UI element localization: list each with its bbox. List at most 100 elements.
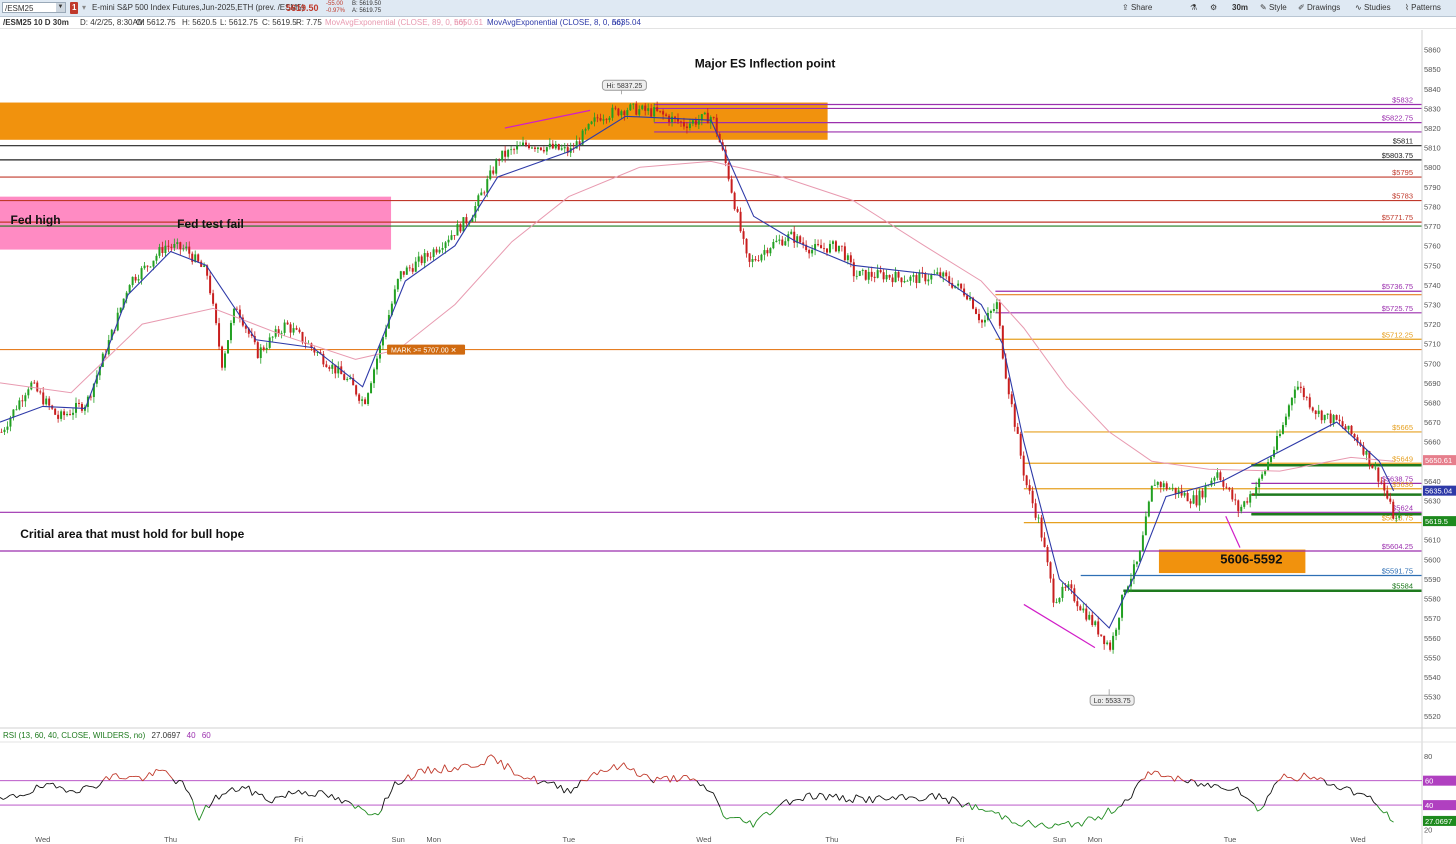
candle-body [882, 272, 885, 280]
rsi-line-segment [172, 778, 177, 785]
x-day-label: Sun [391, 835, 404, 844]
gear-icon[interactable]: ⚙ [1210, 2, 1217, 14]
candle-body [1195, 495, 1198, 506]
candle-body [197, 254, 200, 262]
ema89-study-label[interactable]: MovAvgExponential (CLOSE, 89, 0, no) [325, 18, 466, 28]
price-tag [1423, 455, 1456, 466]
candle-body [212, 293, 215, 304]
ema8-study-label[interactable]: MovAvgExponential (CLOSE, 8, 0, no) [487, 18, 623, 28]
rsi-tick-label: 20 [1424, 826, 1432, 835]
price-tag-label: 5650.61 [1425, 456, 1452, 465]
candle-body [1010, 394, 1013, 405]
rsi-line-segment [493, 757, 499, 765]
candle-body [1037, 517, 1040, 519]
x-day-label: Tue [1224, 835, 1237, 844]
candle-body [6, 426, 9, 430]
candle-body [352, 378, 355, 386]
share-button[interactable]: ⇪ Share [1122, 2, 1152, 14]
percent-change: -0.97% [326, 8, 346, 14]
rsi-line-segment [553, 781, 558, 789]
rsi-line-segment [457, 765, 462, 771]
rsi-line-segment [696, 780, 701, 786]
candle-body [438, 249, 441, 253]
candle-body [384, 328, 387, 337]
candle-body [918, 272, 921, 283]
rsi-line-segment [799, 798, 804, 802]
candle-body [206, 265, 209, 276]
studies-button[interactable]: ∿ Studies [1355, 2, 1391, 14]
rsi-line-segment [749, 820, 754, 828]
price-level-label: $5822.75 [1382, 114, 1413, 123]
rsi-line-segment [928, 792, 933, 796]
rsi-line-segment [862, 797, 867, 803]
y-tick-label: 5830 [1424, 104, 1441, 113]
candle-body [1216, 472, 1219, 478]
candle-body [176, 242, 179, 244]
candle-body [650, 108, 653, 117]
rsi-line-segment [1164, 775, 1169, 778]
alert-badge[interactable]: 1 [70, 2, 79, 14]
candle-body [781, 239, 784, 246]
candle-body [155, 255, 158, 261]
drawings-button[interactable]: ✐ Drawings [1298, 2, 1340, 14]
candle-body [805, 244, 808, 251]
chevron-down-icon[interactable]: ▾ [82, 2, 86, 14]
rsi-line-segment [268, 801, 273, 804]
candle-body [36, 382, 39, 392]
price-chart[interactable]: $5832 $5822.75 $5811 $5803.75 $5795 $5783 $577… [0, 0, 1456, 844]
rsi-line-segment [1131, 788, 1136, 798]
y-tick-label: 5650 [1424, 457, 1441, 466]
candle-body [1287, 405, 1290, 417]
candle-body [912, 275, 915, 277]
candle-body [1237, 500, 1240, 512]
rsi-tick-label: 40 [1424, 801, 1432, 810]
candle-body [885, 274, 888, 280]
candle-body [343, 374, 346, 380]
candle-body [504, 150, 507, 157]
rsi-line-segment [477, 763, 482, 767]
rsi-line-segment [925, 794, 930, 800]
rsi-line-segment [507, 763, 512, 769]
candle-body [45, 398, 48, 405]
flask-icon[interactable]: ⚗ [1190, 2, 1197, 14]
x-day-label: Sun [1053, 835, 1066, 844]
candle-body [12, 409, 15, 418]
candle-body [975, 308, 978, 314]
candle-body [1222, 480, 1225, 487]
rsi-line-segment [679, 775, 684, 780]
timeframe-button[interactable]: 30m [1232, 2, 1248, 14]
candle-body [149, 266, 152, 268]
rsi-line-segment [324, 793, 329, 798]
candle-body [930, 274, 933, 280]
rsi-study-label[interactable]: RSI (13, 60, 40, CLOSE, WILDERS, no) [3, 731, 145, 740]
candle-body [560, 148, 563, 150]
candle-body [1055, 602, 1058, 603]
rsi-value-tag [1423, 800, 1456, 811]
style-button[interactable]: ✎ Style [1260, 2, 1287, 14]
candle-body [754, 259, 757, 261]
rsi-line-segment [902, 794, 907, 801]
candle-body [527, 144, 530, 149]
share-icon: ⇪ [1122, 3, 1129, 12]
symbol-input[interactable]: /ESM25 ▼ [2, 2, 66, 13]
candle-body [319, 352, 322, 354]
candle-body [1112, 635, 1115, 650]
y-tick-label: 5600 [1424, 555, 1441, 564]
rsi-line-segment [1217, 784, 1222, 789]
price-level-label: $5584 [1392, 582, 1413, 591]
candle-body [24, 395, 27, 402]
candle-body [256, 342, 259, 359]
rsi-line-segment [955, 798, 960, 803]
chart-annotation: Fed test fail [177, 217, 244, 231]
rsi-line-segment [261, 793, 266, 800]
candle-body [1264, 470, 1267, 475]
patterns-button[interactable]: ⌇ Patterns [1405, 2, 1441, 14]
chevron-down-icon[interactable]: ▼ [56, 3, 65, 12]
candle-body [471, 217, 474, 222]
candle-body [852, 262, 855, 277]
rsi-line-segment [165, 770, 170, 776]
rsi-line-segment [839, 795, 844, 801]
candle-body [480, 192, 483, 196]
candle-body [450, 235, 453, 240]
rsi-line-segment [802, 794, 807, 801]
